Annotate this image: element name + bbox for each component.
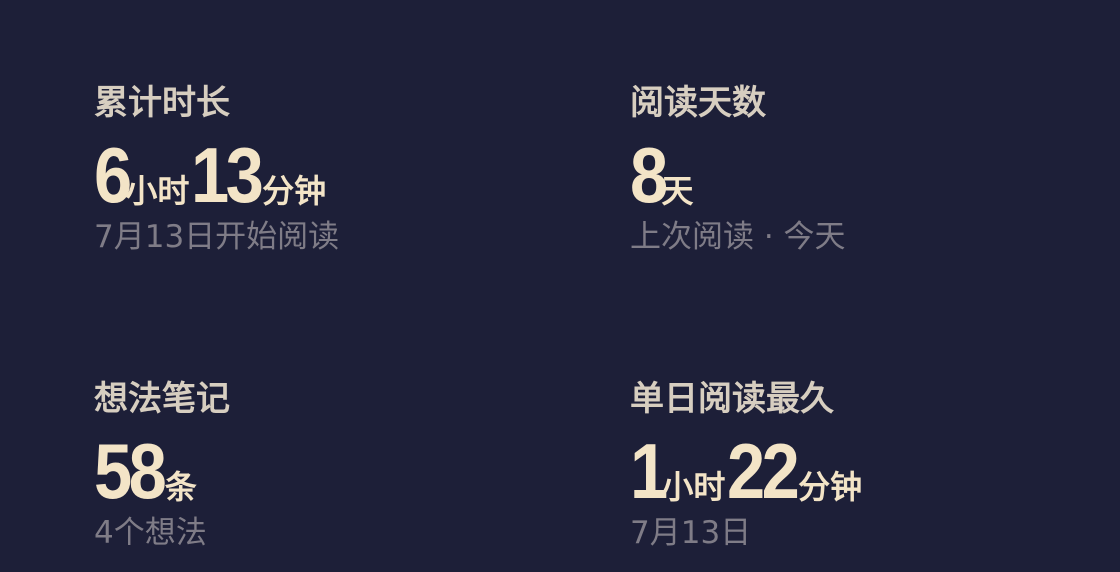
stat-value: 58条 xyxy=(94,432,199,510)
notes-value: 58 xyxy=(94,427,167,515)
stat-subtitle: 上次阅读 · 今天 xyxy=(630,219,846,255)
minutes-value: 22 xyxy=(727,427,800,515)
stat-label: 阅读天数 xyxy=(630,83,766,123)
days-unit: 天 xyxy=(661,172,694,210)
minutes-value: 13 xyxy=(191,131,264,219)
stat-subtitle: 7月13日 xyxy=(630,515,752,551)
stat-value: 6小时13分钟 xyxy=(94,136,328,214)
stat-subtitle: 4个想法 xyxy=(94,515,207,551)
reading-stats-screen: { "stats": { "total_time": { "label": "累… xyxy=(0,0,1120,572)
stat-value: 8天 xyxy=(630,136,695,214)
minutes-unit: 分钟 xyxy=(798,468,863,506)
notes-unit: 条 xyxy=(164,468,197,506)
stat-label: 单日阅读最久 xyxy=(630,379,834,419)
days-value: 8 xyxy=(630,131,668,219)
hours-value: 1 xyxy=(630,427,668,515)
stat-subtitle: 7月13日开始阅读 xyxy=(94,219,340,255)
stat-value: 1小时22分钟 xyxy=(630,432,864,510)
hours-unit: 小时 xyxy=(125,172,190,210)
hours-unit: 小时 xyxy=(661,468,726,506)
minutes-unit: 分钟 xyxy=(262,172,327,210)
stat-label: 想法笔记 xyxy=(94,379,230,419)
stat-label: 累计时长 xyxy=(94,83,230,123)
hours-value: 6 xyxy=(94,131,132,219)
